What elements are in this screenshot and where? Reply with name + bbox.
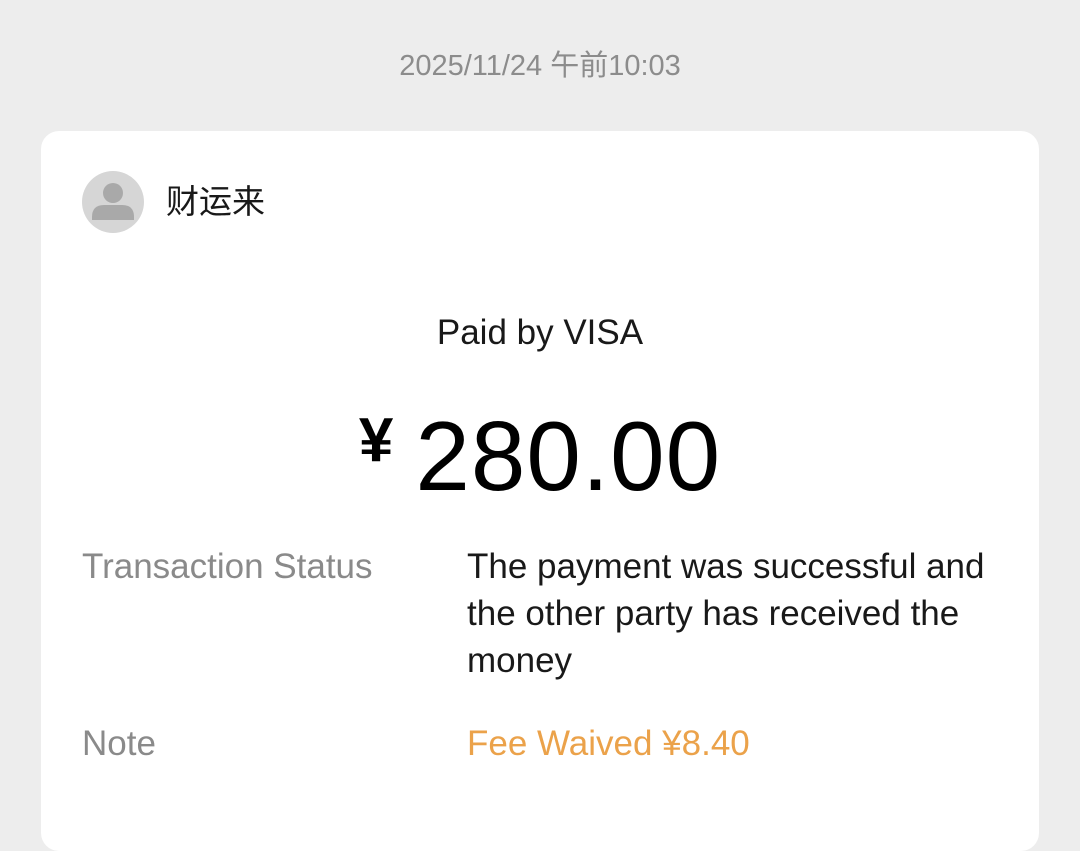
payment-method-label: Paid by VISA bbox=[436, 313, 644, 352]
transaction-timestamp: 2025/11/24 午前10:03 bbox=[399, 50, 681, 82]
payment-amount: ¥280.00 bbox=[41, 401, 1039, 511]
transaction-status-value: The payment was successful and the other… bbox=[467, 547, 985, 680]
currency-symbol: ¥ bbox=[358, 406, 394, 475]
merchant-name: 财运来 bbox=[166, 183, 265, 220]
user-avatar-icon bbox=[82, 171, 144, 233]
note-value: Fee Waived ¥8.40 bbox=[467, 724, 750, 763]
amount-value: 280.00 bbox=[415, 401, 722, 511]
transaction-card: 财运来 Paid by VISA ¥280.00 Transaction Sta… bbox=[41, 131, 1039, 851]
merchant-header[interactable]: 财运来 bbox=[82, 171, 265, 233]
note-label: Note bbox=[82, 724, 156, 763]
transaction-status-label: Transaction Status bbox=[82, 547, 373, 586]
